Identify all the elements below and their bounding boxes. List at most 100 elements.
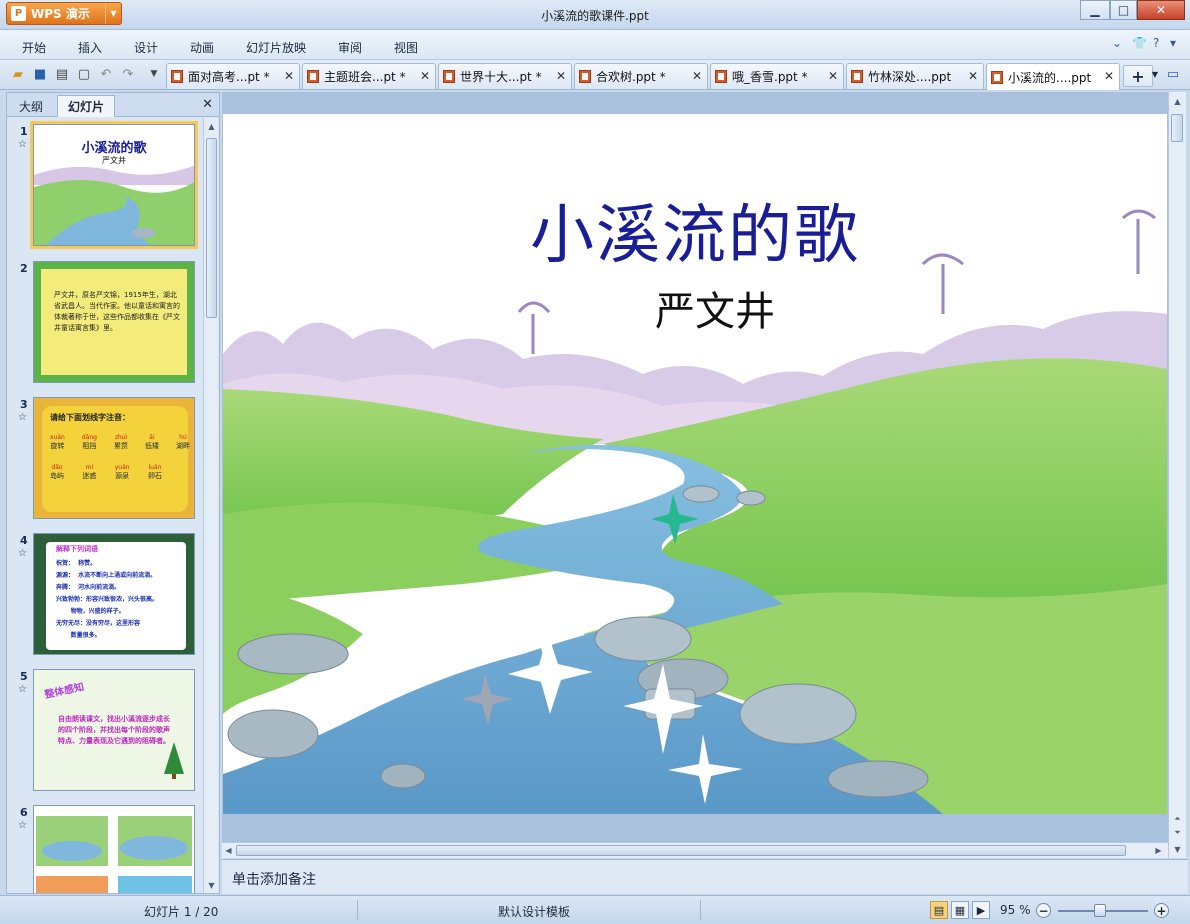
close-icon[interactable]: ✕ — [1104, 69, 1114, 83]
slide-thumbnail-5[interactable]: 整体感知 自由朗读课文，找出小溪流逐步成长的四个阶段，并找出每个阶段的歌声特点、… — [33, 669, 195, 791]
help-icon[interactable]: ? — [1153, 36, 1159, 50]
minimize-button[interactable]: ▁ — [1080, 0, 1110, 20]
thumb-subtitle: 严文井 — [102, 156, 126, 165]
close-icon[interactable]: ✕ — [202, 97, 213, 112]
doc-tab[interactable]: 主题班会...pt * ✕ — [302, 63, 436, 89]
previous-slide-icon[interactable]: ⏶ — [1171, 812, 1184, 826]
scroll-up-icon[interactable]: ▲ — [205, 119, 218, 133]
doc-tab-label: 世界十大...pt * — [460, 70, 542, 84]
window-layout-icon[interactable]: ▭ — [1165, 66, 1181, 82]
pinyin-word: xuán 旋转 — [50, 434, 65, 450]
doc-tab-active[interactable]: 小溪流的....ppt ✕ — [986, 63, 1120, 90]
scroll-right-icon[interactable]: ▶ — [1152, 843, 1165, 857]
slide-thumbnail-1[interactable]: 小溪流的歌 严文井 — [30, 121, 198, 249]
current-slide[interactable]: 小溪流的歌 严文井 — [223, 114, 1167, 814]
doc-tab-label: 主题班会...pt * — [324, 70, 406, 84]
slide-horizontal-scrollbar[interactable]: ◀ ▶ — [222, 842, 1168, 858]
animation-star-icon: ☆ — [18, 684, 27, 695]
doc-tab-label: 竹林深处....ppt — [868, 70, 952, 84]
pinyin-word: ǎi 低矮 — [144, 434, 159, 450]
scroll-up-icon[interactable]: ▲ — [1171, 94, 1184, 108]
scroll-left-icon[interactable]: ◀ — [222, 843, 235, 857]
zoom-out-icon[interactable]: − — [1036, 903, 1051, 918]
menu-review[interactable]: 审阅 — [338, 39, 362, 56]
next-slide-icon[interactable]: ⏷ — [1171, 826, 1184, 840]
notes-pane[interactable]: 单击添加备注 — [222, 859, 1188, 894]
doc-tab[interactable]: 合欢树.ppt * ✕ — [574, 63, 708, 89]
close-icon[interactable]: ✕ — [968, 69, 978, 83]
normal-view-icon[interactable]: ▤ — [930, 901, 948, 919]
scroll-thumb[interactable] — [236, 845, 1126, 856]
thumb-text: 自由朗读课文，找出小溪流逐步成长的四个阶段，并找出每个阶段的歌声特点、力量表现及… — [58, 715, 170, 745]
save-icon[interactable]: ■ — [32, 66, 48, 82]
thumbnail-scrollbar[interactable]: ▲ ▼ — [203, 118, 218, 893]
title-bar: P WPS 演示 ▼ 小溪流的歌课件.ppt ▁ □ ✕ — [0, 0, 1190, 30]
ppt-file-icon — [579, 70, 591, 83]
tab-list-dropdown-icon[interactable]: ▼ — [1147, 66, 1163, 82]
ppt-file-icon — [443, 70, 455, 83]
menu-slideshow[interactable]: 幻灯片放映 — [246, 39, 306, 56]
pinyin-word: luǎn 卵石 — [147, 464, 162, 480]
doc-tab[interactable]: 竹林深处....ppt ✕ — [846, 63, 984, 89]
thumb-line: 物物，兴盛的样子。 — [56, 608, 125, 615]
print-icon[interactable]: ▤ — [54, 66, 70, 82]
pinyin-word: dǎng 阻挡 — [81, 434, 97, 450]
doc-tab-label: 面对高考...pt * — [188, 70, 270, 84]
undo-icon[interactable]: ↶ — [98, 66, 114, 82]
document-tab-bar: ▰ ■ ▤ ▢ ↶ ↷ ▼ 面对高考...pt * ✕ 主题班会...pt * … — [0, 60, 1190, 90]
doc-tab[interactable]: 面对高考...pt * ✕ — [166, 63, 300, 89]
slide-thumbnail-6[interactable] — [33, 805, 195, 893]
pinyin-word: dǎo 岛屿 — [50, 464, 64, 480]
doc-tab[interactable]: 哦_香雪.ppt * ✕ — [710, 63, 844, 89]
close-window-button[interactable]: ✕ — [1137, 0, 1185, 20]
close-icon[interactable]: ✕ — [692, 69, 702, 83]
scroll-down-icon[interactable]: ▼ — [1171, 842, 1184, 856]
tab-outline[interactable]: 大纲 — [9, 95, 53, 117]
tab-slides[interactable]: 幻灯片 — [57, 95, 116, 117]
scroll-thumb[interactable] — [1171, 114, 1183, 142]
skin-icon[interactable]: 👕 — [1132, 36, 1147, 50]
maximize-button[interactable]: □ — [1110, 0, 1137, 20]
close-icon[interactable]: ✕ — [420, 69, 430, 83]
close-icon[interactable]: ✕ — [556, 69, 566, 83]
quick-access-dropdown-icon[interactable]: ▼ — [146, 66, 162, 82]
scroll-down-icon[interactable]: ▼ — [205, 878, 218, 892]
slide-thumbnail-3[interactable]: 请给下面划线字注音： xuán 旋转 dǎng 阻挡 zhuì 累赘 ǎi 低矮 hú 湖… — [33, 397, 195, 519]
animation-star-icon: ☆ — [18, 412, 27, 423]
slideshow-view-icon[interactable]: ▶ — [972, 901, 990, 919]
divider — [357, 900, 358, 920]
slide-thumbnail-4[interactable]: 解释下列词语 祝贺： 称赞。 源源： 水流不断向上涌或向前流淌。 奔腾： 河水向… — [33, 533, 195, 655]
slide-number: 5 — [20, 670, 28, 683]
menu-view[interactable]: 视图 — [394, 39, 418, 56]
redo-icon[interactable]: ↷ — [120, 66, 136, 82]
slide-author[interactable]: 严文井 — [223, 279, 1167, 337]
scroll-thumb[interactable] — [206, 138, 217, 318]
help-dropdown-icon[interactable]: ▾ — [1170, 36, 1176, 50]
close-icon[interactable]: ✕ — [284, 69, 294, 83]
doc-tab-label: 合欢树.ppt * — [596, 70, 666, 84]
slide-position: 幻灯片 1 / 20 — [144, 905, 219, 919]
notes-placeholder[interactable]: 单击添加备注 — [232, 869, 316, 889]
doc-tab[interactable]: 世界十大...pt * ✕ — [438, 63, 572, 89]
panel-tabs: 大纲 幻灯片 ✕ — [7, 93, 219, 117]
slide-title[interactable]: 小溪流的歌 — [223, 184, 1167, 276]
status-bar: 幻灯片 1 / 20 默认设计模板 ▤ ▦ ▶ 95 % − + — [0, 895, 1190, 924]
collapse-ribbon-icon[interactable]: ⌄ — [1112, 36, 1122, 50]
animation-star-icon: ☆ — [18, 139, 27, 150]
open-icon[interactable]: ▰ — [10, 66, 26, 82]
slide-sorter-view-icon[interactable]: ▦ — [951, 901, 969, 919]
menu-insert[interactable]: 插入 — [78, 39, 102, 56]
menu-design[interactable]: 设计 — [134, 39, 158, 56]
menu-home[interactable]: 开始 — [22, 39, 46, 56]
ppt-file-icon — [307, 70, 319, 83]
animation-star-icon: ☆ — [18, 548, 27, 559]
close-icon[interactable]: ✕ — [828, 69, 838, 83]
print-preview-icon[interactable]: ▢ — [76, 66, 92, 82]
zoom-in-icon[interactable]: + — [1154, 903, 1169, 918]
slide-vertical-scrollbar[interactable]: ▲ ⏶ ⏷ ▼ — [1168, 92, 1186, 858]
slide-thumbnail-2[interactable]: 严文井，原名严文锦，1915年生，湖北省武昌人。当代作家。他以童话和寓言的体裁著… — [33, 261, 195, 383]
design-template-name: 默认设计模板 — [498, 905, 571, 919]
thumb-line: 祝贺： 称赞。 — [56, 560, 97, 567]
zoom-slider-knob[interactable] — [1094, 904, 1106, 917]
menu-animation[interactable]: 动画 — [190, 39, 214, 56]
